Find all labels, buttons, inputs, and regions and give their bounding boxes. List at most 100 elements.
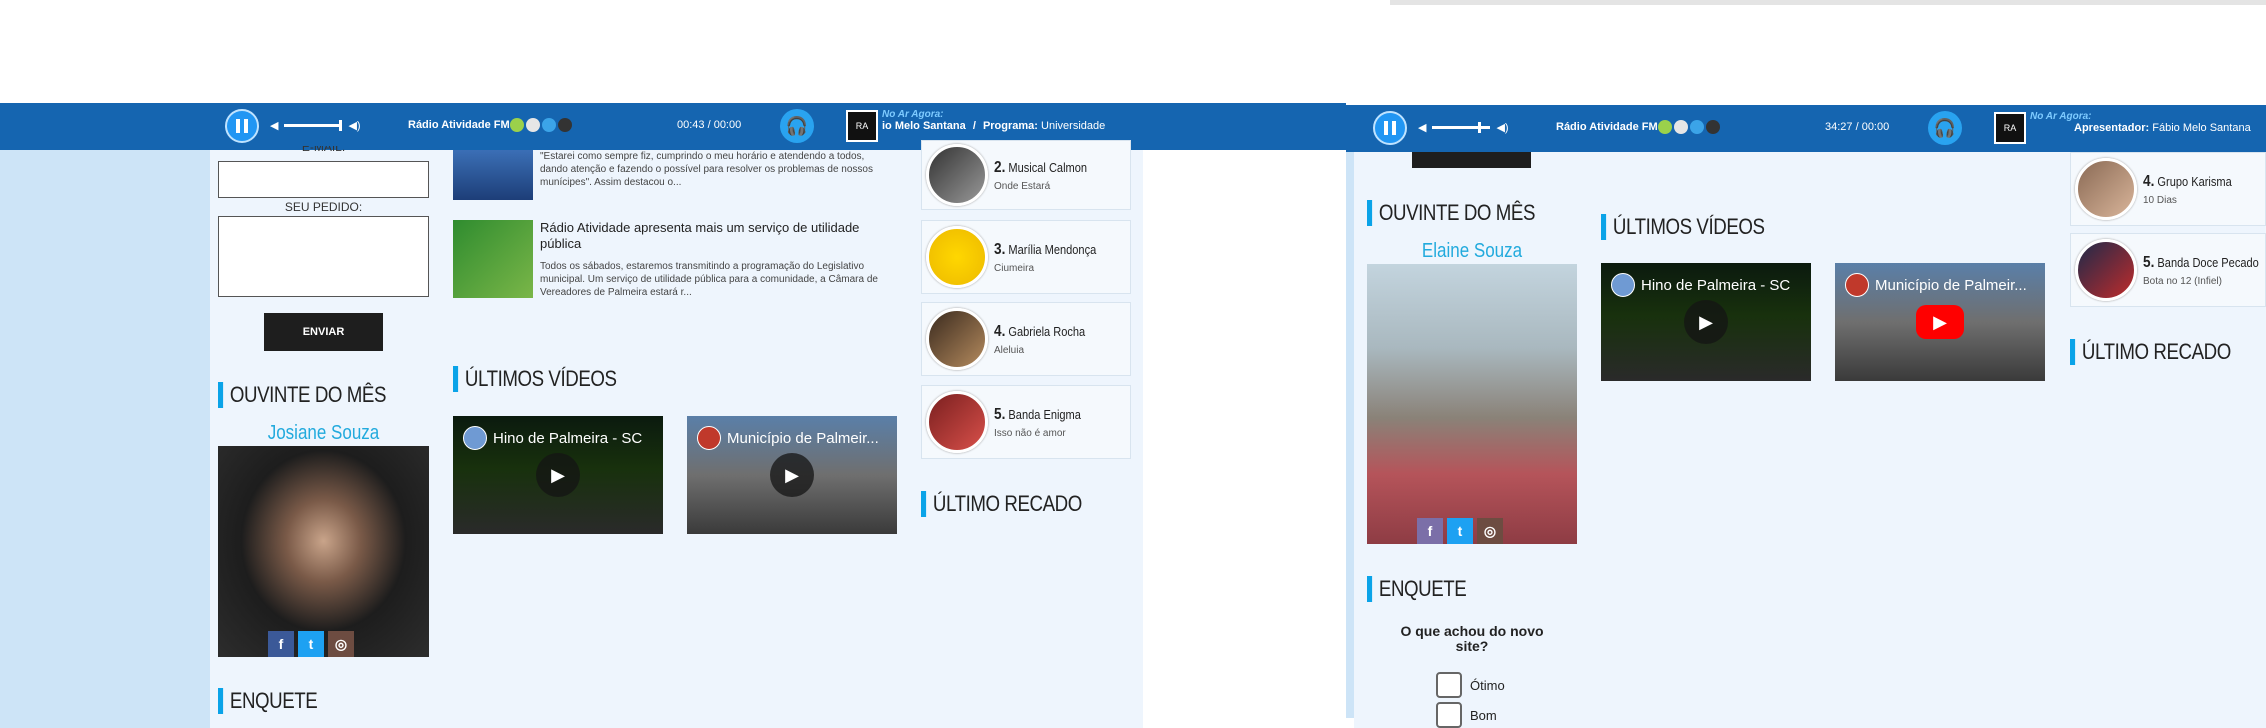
play-icon[interactable]: ▶ — [1916, 305, 1964, 339]
song-name: Ciumeira — [994, 262, 1035, 274]
android-icon[interactable] — [1658, 120, 1672, 134]
station-name: Rádio Atividade FM — [408, 119, 510, 131]
artist-name: Musical Calmon — [1008, 159, 1088, 175]
presenter-fragment: io Melo Santana — [882, 120, 966, 132]
headphones-icon[interactable]: 🎧 — [1928, 111, 1962, 145]
app-store-icons[interactable] — [510, 118, 574, 132]
listener-name: Josiane Souza — [267, 422, 380, 444]
news-thumbnail[interactable] — [453, 150, 533, 200]
pause-button[interactable] — [225, 109, 259, 143]
player-time: 34:27 / 00:00 — [1825, 121, 1890, 133]
poll-option-label: Bom — [1470, 707, 1497, 723]
listener-section-title: OUVINTE DO MÊS — [218, 382, 386, 408]
video-thumbnail[interactable]: Município de Palmeir... ▶ — [1835, 263, 2045, 381]
app-store-icons[interactable] — [1658, 120, 1722, 134]
send-button-partial[interactable] — [1412, 152, 1531, 168]
volume-slider[interactable] — [1432, 122, 1491, 133]
volume-low-icon[interactable]: ◀ — [1418, 121, 1426, 134]
now-on-air-label: No Ar Agora: — [882, 109, 944, 120]
pause-button[interactable] — [1373, 111, 1407, 145]
windows-icon[interactable] — [542, 118, 556, 132]
artist-name: Gabriela Rocha — [1008, 323, 1086, 339]
artist-name: Grupo Karisma — [2157, 173, 2232, 189]
video-thumbnail[interactable]: Hino de Palmeira - SC ▶ — [453, 416, 663, 534]
videos-section-title: ÚLTIMOS VÍDEOS — [1601, 214, 1765, 240]
volume-low-icon[interactable]: ◀ — [270, 119, 278, 132]
poll-section-title: ENQUETE — [1367, 576, 1467, 602]
presenter-label: Apresentador: — [2074, 122, 2150, 134]
pause-icon — [1384, 121, 1388, 135]
listener-photo: f t ◎ — [1367, 264, 1577, 544]
poll-checkbox[interactable] — [1436, 702, 1462, 728]
artist-image — [2075, 239, 2137, 301]
listener-photo: f t ◎ — [218, 446, 429, 657]
news-title[interactable]: Rádio Atividade apresenta mais um serviç… — [540, 220, 880, 252]
video-thumbnail[interactable]: Município de Palmeir... ▶ — [687, 416, 897, 534]
artist-image — [926, 226, 988, 288]
volume-high-icon[interactable]: ◀) — [1496, 121, 1508, 134]
ranking-item[interactable]: 5. Banda Enigma Isso não é amor — [921, 385, 1131, 459]
program-value: Universidade — [1041, 120, 1106, 132]
video-title: Município de Palmeir... — [1875, 276, 2027, 294]
now-on-air-info: io Melo Santana / Programa: Universidade — [882, 120, 1106, 132]
ranking-item[interactable]: 4. Gabriela Rocha Aleluia — [921, 302, 1131, 376]
player-time: 00:43 / 00:00 — [677, 119, 742, 131]
play-icon[interactable]: ▶ — [770, 453, 814, 497]
volume-slider[interactable] — [284, 120, 343, 131]
email-label: E-MAIL: — [301, 146, 346, 154]
instagram-icon[interactable]: ◎ — [1477, 518, 1503, 544]
ranking-item[interactable]: 2. Musical Calmon Onde Estará — [921, 140, 1131, 210]
artist-name: Marília Mendonça — [1008, 241, 1097, 257]
blackberry-icon[interactable] — [1706, 120, 1720, 134]
artist-name: Banda Doce Pecado — [2157, 254, 2259, 270]
messages-section-title: ÚLTIMO RECADO — [2070, 339, 2231, 365]
blackberry-icon[interactable] — [558, 118, 572, 132]
video-title: Hino de Palmeira - SC — [1641, 276, 1791, 294]
ranking-item[interactable]: 5. Banda Doce Pecado Bota no 12 (Infiel) — [2070, 233, 2266, 307]
play-icon[interactable]: ▶ — [536, 453, 580, 497]
now-on-air-info: Apresentador: Fábio Melo Santana — [2074, 122, 2251, 134]
apple-icon[interactable] — [1674, 120, 1688, 134]
poll-option[interactable]: Bom — [1436, 702, 1497, 728]
android-icon[interactable] — [510, 118, 524, 132]
news-thumbnail[interactable] — [453, 220, 533, 298]
volume-high-icon[interactable]: ◀) — [348, 119, 360, 132]
instagram-icon[interactable]: ◎ — [328, 631, 354, 657]
video-title: Hino de Palmeira - SC — [493, 429, 643, 447]
apple-icon[interactable] — [526, 118, 540, 132]
right-player-bar: ◀ ◀) Rádio Atividade FM 34:27 / 00:00 🎧 … — [1346, 105, 2266, 152]
videos-section-title: ÚLTIMOS VÍDEOS — [453, 366, 617, 392]
poll-section-title: ENQUETE — [218, 688, 318, 714]
headphones-icon[interactable]: 🎧 — [780, 109, 814, 143]
song-name: 10 Dias — [2143, 194, 2177, 206]
presenter-value: Fábio Melo Santana — [2152, 122, 2251, 134]
video-thumbnail[interactable]: Hino de Palmeira - SC ▶ — [1601, 263, 1811, 381]
windows-icon[interactable] — [1690, 120, 1704, 134]
now-on-air-label: No Ar Agora: — [2030, 111, 2092, 122]
listener-section-title: OUVINTE DO MÊS — [1367, 200, 1535, 226]
artist-image — [2075, 158, 2137, 220]
left-player-bar: ◀ ◀) Rádio Atividade FM 00:43 / 00:00 🎧 … — [0, 103, 1346, 150]
email-field[interactable] — [218, 161, 429, 198]
facebook-icon[interactable]: f — [268, 631, 294, 657]
ranking-item[interactable]: 3. Marília Mendonça Ciumeira — [921, 220, 1131, 294]
news-excerpt: "Estarei como sempre fiz, cumprindo o me… — [540, 151, 873, 188]
play-icon[interactable]: ▶ — [1684, 300, 1728, 344]
poll-checkbox[interactable] — [1436, 672, 1462, 698]
messages-section-title: ÚLTIMO RECADO — [921, 491, 1082, 517]
request-label: SEU PEDIDO: — [284, 200, 363, 214]
poll-option[interactable]: Ótimo — [1436, 672, 1505, 698]
request-textarea[interactable] — [218, 216, 429, 297]
send-button[interactable]: ENVIAR — [264, 313, 383, 351]
twitter-icon[interactable]: t — [298, 631, 324, 657]
song-name: Onde Estará — [994, 180, 1051, 192]
ranking-item[interactable]: 4. Grupo Karisma 10 Dias — [2070, 152, 2266, 226]
facebook-icon[interactable]: f — [1417, 518, 1443, 544]
poll-question: O que achou do novo site? — [1400, 623, 1544, 654]
song-name: Bota no 12 (Infiel) — [2143, 275, 2222, 287]
twitter-icon[interactable]: t — [1447, 518, 1473, 544]
listener-name: Elaine Souza — [1421, 240, 1523, 262]
right-top-border — [1390, 0, 2266, 5]
station-logo-icon: RA — [846, 110, 878, 142]
artist-image — [926, 391, 988, 453]
